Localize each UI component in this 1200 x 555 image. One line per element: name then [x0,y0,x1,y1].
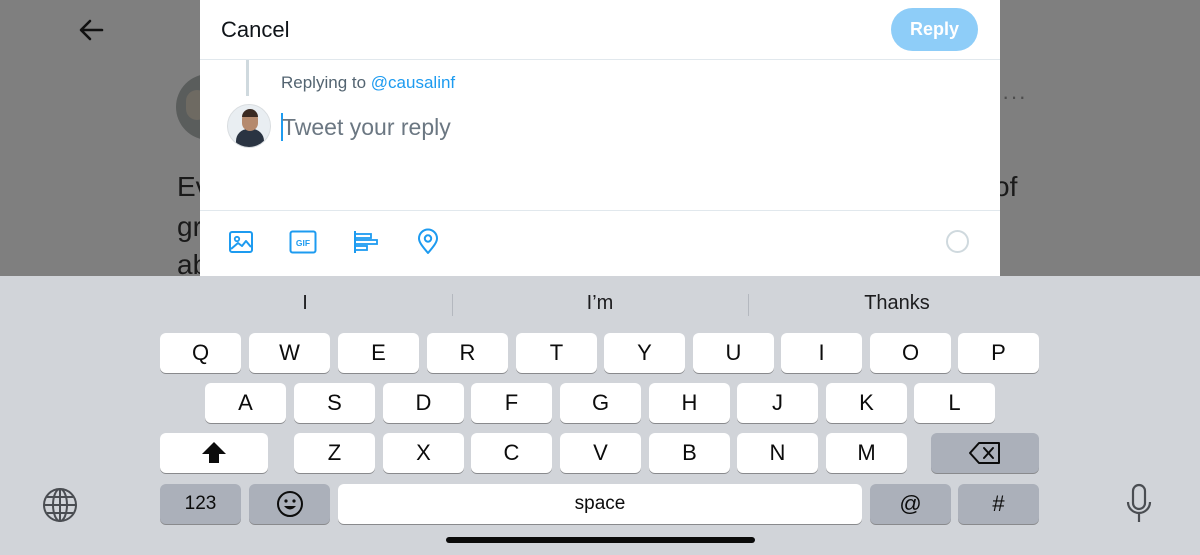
replying-prefix: Replying to [281,73,367,92]
key-k[interactable]: K [826,383,907,423]
user-avatar [227,104,271,148]
key-i[interactable]: I [781,333,862,373]
key-z[interactable]: Z [294,433,375,473]
prediction-3[interactable]: Thanks [751,292,1043,318]
toolbar-divider [200,210,1000,211]
poll-icon[interactable] [352,228,380,256]
thread-connector [246,60,249,96]
location-icon[interactable] [414,228,442,256]
cancel-button[interactable]: Cancel [221,17,289,43]
at-key[interactable]: @ [870,484,951,524]
key-w[interactable]: W [249,333,330,373]
ios-keyboard: I I’m Thanks Q W E R T Y U I O P A S D F… [0,276,1200,555]
emoji-key[interactable] [249,484,330,524]
hash-key[interactable]: # [958,484,1039,524]
space-key[interactable]: space [338,484,862,524]
key-a[interactable]: A [205,383,286,423]
shift-icon [202,442,226,463]
image-icon[interactable] [227,228,255,256]
backspace-icon [969,442,1000,464]
globe-icon[interactable] [40,485,80,525]
gif-icon[interactable]: GIF [289,228,317,256]
key-l[interactable]: L [914,383,995,423]
more-options-icon: ··· [1002,84,1027,109]
key-y[interactable]: Y [604,333,685,373]
microphone-icon[interactable] [1124,483,1154,525]
character-count-ring [946,230,969,253]
emoji-icon [276,491,303,517]
backspace-key[interactable] [931,433,1039,473]
shift-key[interactable] [160,433,268,473]
prediction-1[interactable]: I [160,292,450,318]
numbers-key[interactable]: 123 [160,484,241,524]
gif-label: GIF [296,238,310,248]
key-d[interactable]: D [383,383,464,423]
key-h[interactable]: H [649,383,730,423]
prediction-2[interactable]: I’m [455,292,745,318]
reply-button[interactable]: Reply [891,8,978,51]
composer-header: Cancel Reply [200,0,1000,60]
key-q[interactable]: Q [160,333,241,373]
key-o[interactable]: O [870,333,951,373]
key-g[interactable]: G [560,383,641,423]
key-j[interactable]: J [737,383,818,423]
key-p[interactable]: P [958,333,1039,373]
key-f[interactable]: F [471,383,552,423]
key-u[interactable]: U [693,333,774,373]
prediction-divider [748,294,749,316]
back-arrow-icon[interactable] [76,14,108,46]
key-m[interactable]: M [826,433,907,473]
key-s[interactable]: S [294,383,375,423]
key-x[interactable]: X [383,433,464,473]
key-e[interactable]: E [338,333,419,373]
key-c[interactable]: C [471,433,552,473]
key-b[interactable]: B [649,433,730,473]
tweet-text-fragment: gr [177,211,202,242]
reply-text-input[interactable] [282,110,882,144]
replying-handle-link[interactable]: @causalinf [371,73,455,92]
key-n[interactable]: N [737,433,818,473]
key-v[interactable]: V [560,433,641,473]
key-r[interactable]: R [427,333,508,373]
prediction-divider [452,294,453,316]
key-t[interactable]: T [516,333,597,373]
replying-to-label: Replying to @causalinf [281,73,455,93]
home-indicator [446,537,755,543]
reply-composer-modal: Cancel Reply Replying to @causalinf GIF [200,0,1000,276]
